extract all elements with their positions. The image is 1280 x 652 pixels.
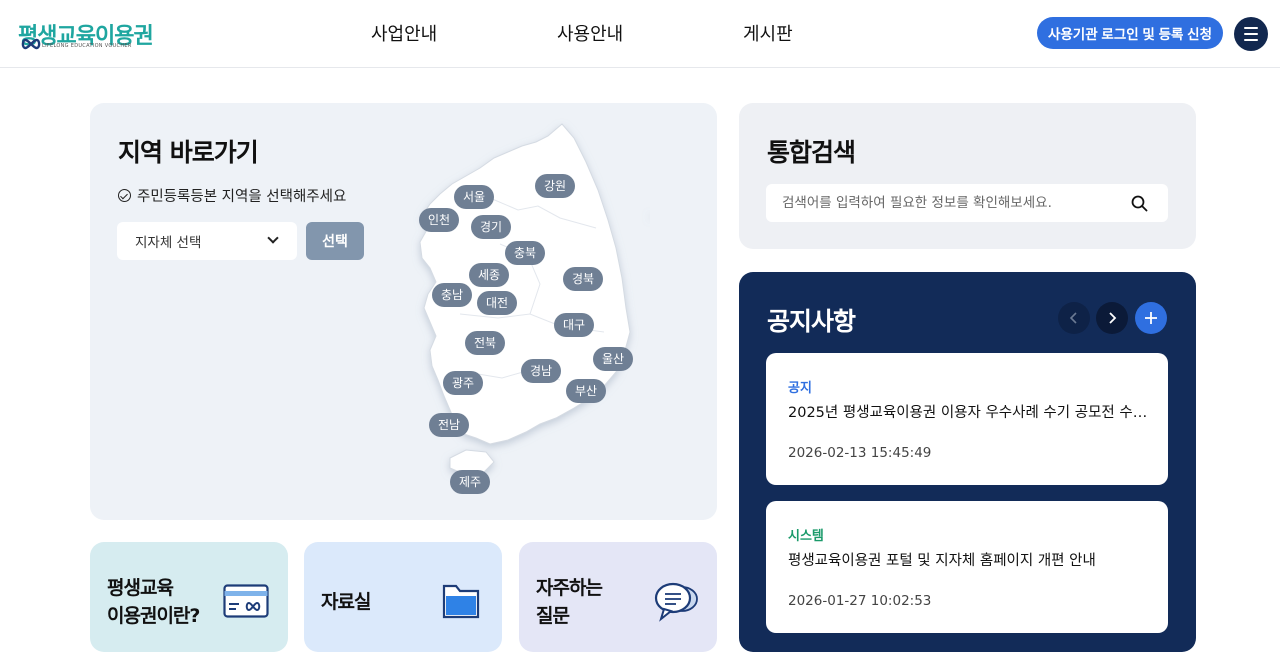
region-pin-chungbuk[interactable]: 충북: [505, 241, 546, 265]
region-select-button[interactable]: 선택: [306, 222, 364, 260]
notice-card: 공지사항 공지 2025년 평생교육이용권 이용자 우수사례 수기 공모전 수상…: [739, 272, 1196, 652]
region-note-text: 주민등록등본 지역을 선택해주세요: [137, 189, 347, 205]
region-pin-chungnam[interactable]: 충남: [432, 283, 473, 307]
notice-item-date: 2026-02-13 15:45:49: [788, 445, 932, 461]
chevron-down-icon: [267, 232, 279, 244]
notice-item[interactable]: 시스템 평생교육이용권 포털 및 지자체 홈페이지 개편 안내 2026-01-…: [766, 501, 1168, 633]
notice-category: 시스템: [788, 529, 824, 544]
site-logo[interactable]: 평생교육이용권 LIFELONG EDUCATION VOUCHER: [16, 18, 154, 52]
integrated-search-card: 통합검색: [739, 103, 1196, 249]
hamburger-menu-icon[interactable]: [1234, 17, 1268, 51]
voucher-card-icon: [223, 584, 269, 618]
region-select[interactable]: 지자체 선택: [117, 222, 297, 260]
folder-icon: [442, 584, 480, 619]
quick-card-about-voucher[interactable]: 평생교육 이용권이란?: [90, 542, 288, 652]
quick-card-faq[interactable]: 자주하는 질문: [519, 542, 717, 652]
search-icon[interactable]: [1131, 195, 1148, 212]
region-pin-gyeonggi[interactable]: 경기: [471, 215, 512, 239]
region-pin-daejeon[interactable]: 대전: [477, 291, 518, 315]
region-shortcut-card: 지역 바로가기 주민등록등본 지역을 선택해주세요 지자체 선택 선택 서울 강…: [90, 103, 717, 520]
region-title: 지역 바로가기: [118, 138, 259, 167]
region-pin-jeonnam[interactable]: 전남: [429, 413, 470, 437]
region-pin-sejong[interactable]: 세종: [469, 263, 510, 287]
nav-board[interactable]: 게시판: [743, 20, 793, 46]
region-pin-gyeongbuk[interactable]: 경북: [563, 267, 604, 291]
notice-item-title: 2025년 평생교육이용권 이용자 우수사례 수기 공모전 수상자 발표: [788, 405, 1148, 421]
chevron-right-icon[interactable]: [1096, 302, 1128, 334]
chevron-left-icon[interactable]: [1058, 302, 1090, 334]
check-circle-icon: [118, 189, 131, 202]
region-pin-seoul[interactable]: 서울: [454, 185, 495, 209]
korea-map-image: [419, 123, 631, 475]
region-note: 주민등록등본 지역을 선택해주세요: [118, 185, 346, 206]
search-box: [766, 184, 1168, 222]
region-pin-incheon[interactable]: 인천: [419, 208, 460, 232]
region-pin-daegu[interactable]: 대구: [554, 313, 595, 337]
region-pin-busan[interactable]: 부산: [566, 379, 607, 403]
region-pin-ulsan[interactable]: 울산: [593, 347, 634, 371]
quick-card-label: 평생교육 이용권이란?: [107, 577, 200, 627]
region-pin-gyeongnam[interactable]: 경남: [521, 359, 562, 383]
logo-subtext: LIFELONG EDUCATION VOUCHER: [42, 43, 132, 49]
nav-usage[interactable]: 사용안내: [557, 20, 623, 46]
region-select-value: 지자체 선택: [135, 235, 202, 251]
login-register-button[interactable]: 사용기관 로그인 및 등록 신청: [1037, 17, 1223, 49]
notice-item[interactable]: 공지 2025년 평생교육이용권 이용자 우수사례 수기 공모전 수상자 발표 …: [766, 353, 1168, 485]
notice-title: 공지사항: [767, 307, 856, 336]
region-pin-jeju[interactable]: 제주: [450, 470, 491, 494]
search-input[interactable]: [782, 184, 1122, 222]
region-pin-gangwon[interactable]: 강원: [535, 174, 576, 198]
infinity-icon: [21, 38, 41, 50]
chat-bubble-icon: [654, 582, 698, 622]
site-header: 평생교육이용권 LIFELONG EDUCATION VOUCHER 사업안내 …: [0, 0, 1280, 68]
notice-item-date: 2026-01-27 10:02:53: [788, 593, 932, 609]
quick-card-label: 자료실: [321, 591, 371, 613]
search-title: 통합검색: [767, 138, 856, 167]
quick-card-label: 자주하는 질문: [536, 577, 603, 627]
notice-category: 공지: [788, 381, 812, 396]
quick-card-archive[interactable]: 자료실: [304, 542, 502, 652]
region-pin-gwangju[interactable]: 광주: [443, 371, 484, 395]
nav-business[interactable]: 사업안내: [371, 20, 437, 46]
notice-item-title: 평생교육이용권 포털 및 지자체 홈페이지 개편 안내: [788, 553, 1096, 569]
region-pin-jeonbuk[interactable]: 전북: [465, 331, 506, 355]
plus-icon[interactable]: [1135, 302, 1167, 334]
